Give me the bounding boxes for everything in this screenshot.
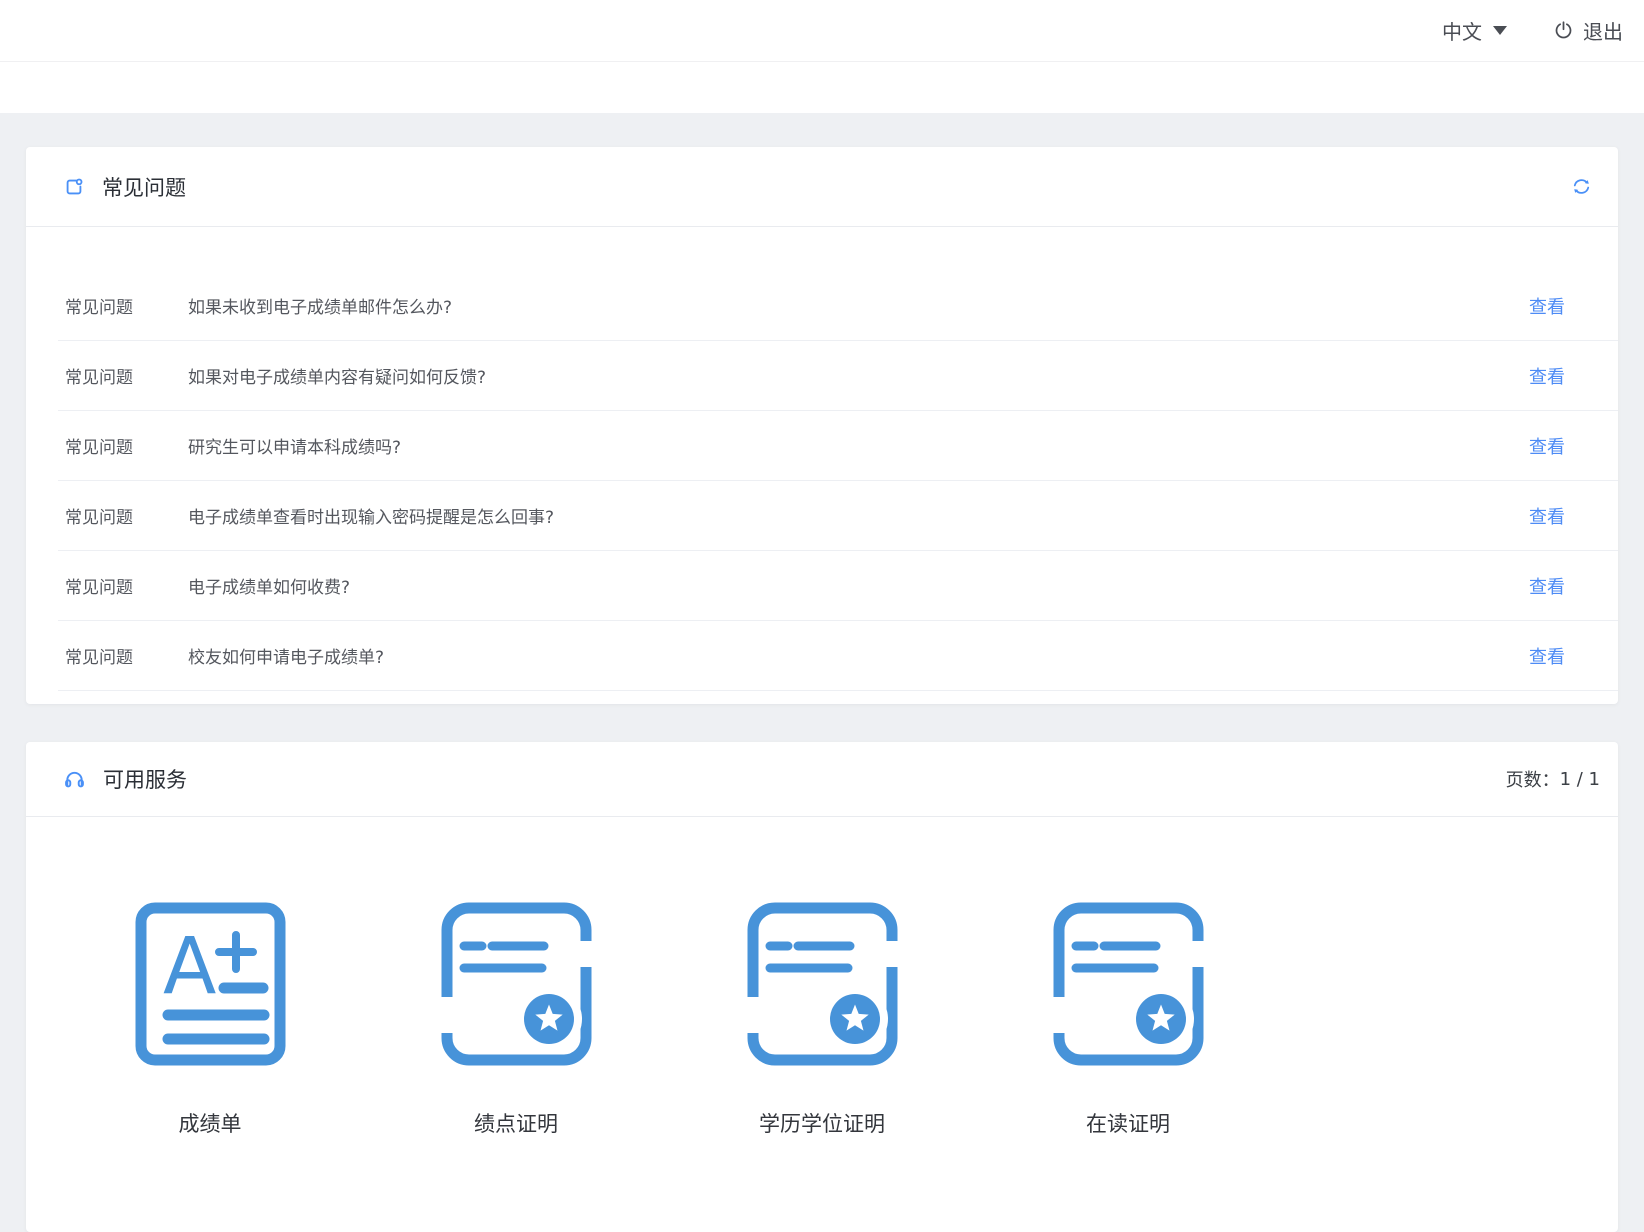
view-link[interactable]: 查看	[1529, 643, 1565, 669]
power-icon	[1553, 20, 1574, 41]
faq-category: 常见问题	[65, 643, 188, 668]
refresh-icon[interactable]	[1571, 176, 1592, 197]
service-label: 成绩单	[179, 1108, 242, 1138]
pagination-value: 1 / 1	[1560, 769, 1600, 790]
faq-category: 常见问题	[65, 573, 188, 598]
faq-card: 常见问题 常见问题 如果未收到电子成绩单邮件怎么办? 查看 常见问题 如果对电子…	[26, 147, 1618, 704]
services-card: 可用服务 页数： 1 / 1 A 成绩单	[26, 742, 1618, 1232]
faq-question: 如果对电子成绩单内容有疑问如何反馈?	[188, 363, 1529, 388]
pagination: 页数： 1 / 1	[1506, 766, 1600, 792]
faq-question: 电子成绩单查看时出现输入密码提醒是怎么回事?	[188, 503, 1529, 528]
faq-question: 研究生可以申请本科成绩吗?	[188, 433, 1529, 458]
pagination-label: 页数：	[1506, 766, 1560, 792]
table-row: 常见问题 电子成绩单如何收费? 查看	[58, 551, 1618, 621]
view-link[interactable]: 查看	[1529, 503, 1565, 529]
table-row: 常见问题 校友如何申请电子成绩单? 查看	[58, 621, 1618, 691]
faq-category: 常见问题	[65, 503, 188, 528]
services-card-header: 可用服务 页数： 1 / 1	[26, 742, 1618, 817]
service-item-degree-certificate[interactable]: 学历学位证明	[669, 901, 975, 1138]
language-label: 中文	[1442, 16, 1482, 45]
language-selector[interactable]: 中文	[1442, 16, 1507, 45]
faq-card-header: 常见问题	[26, 147, 1618, 227]
transcript-icon: A	[134, 901, 287, 1071]
svg-text:A: A	[163, 922, 216, 1012]
faq-question: 电子成绩单如何收费?	[188, 573, 1529, 598]
faq-table: 常见问题 如果未收到电子成绩单邮件怎么办? 查看 常见问题 如果对电子成绩单内容…	[26, 227, 1618, 691]
faq-category: 常见问题	[65, 363, 188, 388]
faq-copy-icon	[63, 176, 85, 198]
services-list: A 成绩单	[26, 817, 1618, 1138]
faq-category: 常见问题	[65, 433, 188, 458]
logout-label: 退出	[1583, 16, 1623, 45]
table-row: 常见问题 电子成绩单查看时出现输入密码提醒是怎么回事? 查看	[58, 481, 1618, 551]
faq-question: 校友如何申请电子成绩单?	[188, 643, 1529, 668]
service-item-transcript[interactable]: A 成绩单	[57, 901, 363, 1138]
table-row: 常见问题 如果对电子成绩单内容有疑问如何反馈? 查看	[58, 341, 1618, 411]
service-label: 学历学位证明	[759, 1108, 885, 1138]
view-link[interactable]: 查看	[1529, 363, 1565, 389]
secondary-bar	[0, 62, 1644, 113]
service-label: 在读证明	[1086, 1108, 1170, 1138]
service-item-enrollment-certificate[interactable]: 在读证明	[975, 901, 1281, 1138]
view-link[interactable]: 查看	[1529, 293, 1565, 319]
services-card-title: 可用服务	[103, 764, 187, 794]
degree-certificate-icon	[746, 901, 899, 1071]
gpa-certificate-icon	[440, 901, 593, 1071]
faq-question: 如果未收到电子成绩单邮件怎么办?	[188, 293, 1529, 318]
topbar: 中文 退出	[0, 0, 1644, 62]
chevron-down-icon	[1493, 26, 1507, 35]
service-item-gpa-certificate[interactable]: 绩点证明	[363, 901, 669, 1138]
view-link[interactable]: 查看	[1529, 433, 1565, 459]
faq-card-title: 常见问题	[102, 172, 186, 202]
table-row: 常见问题 如果未收到电子成绩单邮件怎么办? 查看	[58, 271, 1618, 341]
faq-category: 常见问题	[65, 293, 188, 318]
table-row: 常见问题 研究生可以申请本科成绩吗? 查看	[58, 411, 1618, 481]
logout-button[interactable]: 退出	[1553, 16, 1623, 45]
headphones-icon	[63, 768, 86, 791]
service-label: 绩点证明	[474, 1108, 558, 1138]
view-link[interactable]: 查看	[1529, 573, 1565, 599]
enrollment-certificate-icon	[1052, 901, 1205, 1071]
